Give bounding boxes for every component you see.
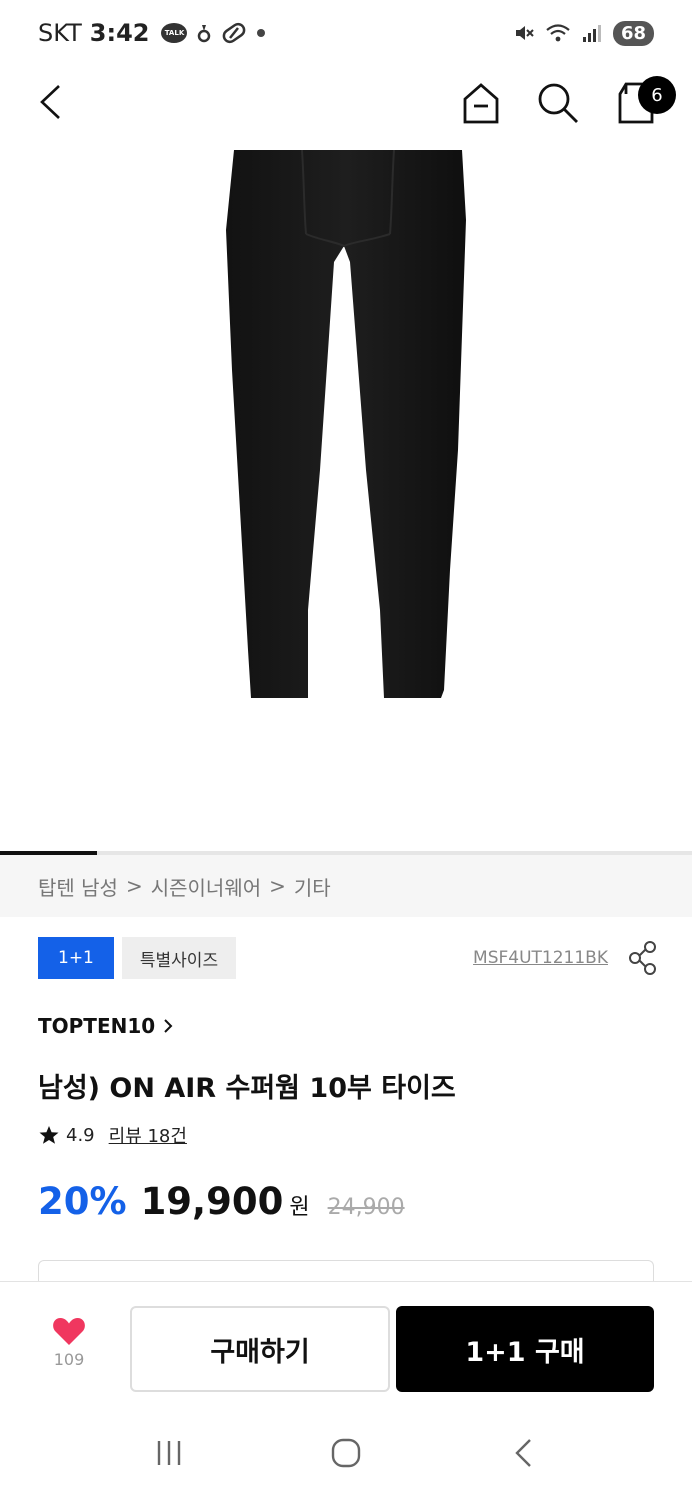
promo-tag: 1+1 (38, 937, 114, 979)
bundle-buy-button[interactable]: 1+1 구매 (396, 1306, 654, 1392)
special-size-tag: 특별사이즈 (121, 937, 237, 979)
chevron-right-icon (164, 1019, 173, 1033)
discount-rate: 20% (38, 1180, 127, 1223)
home-nav-button[interactable] (316, 1423, 376, 1483)
carrier-label: SKT (38, 19, 82, 47)
search-button[interactable] (534, 78, 582, 128)
recent-apps-button[interactable] (139, 1423, 199, 1483)
cart-count-badge: 6 (638, 76, 676, 114)
breadcrumb-separator: > (125, 874, 143, 898)
wifi-icon (546, 24, 570, 42)
review-count-link[interactable]: 리뷰 18건 (109, 1122, 187, 1148)
price-row: 20% 19,900 원 24,900 (38, 1180, 405, 1223)
chevron-left-icon (40, 85, 60, 119)
back-button[interactable] (28, 80, 72, 124)
home-icon (463, 83, 499, 124)
breadcrumb-separator: > (269, 874, 286, 898)
system-navigation-bar (0, 1406, 692, 1500)
kakaotalk-icon: TALK (161, 23, 188, 43)
product-image[interactable] (0, 149, 692, 850)
pill-icon (223, 22, 246, 44)
home-circle-icon (331, 1438, 361, 1468)
share-icon (629, 941, 656, 975)
wish-count: 109 (53, 1350, 85, 1369)
system-icons: 68 (513, 20, 654, 46)
product-tags-row: 1+1 특별사이즈 MSF4UT1211BK (38, 936, 658, 980)
leggings-image (226, 149, 466, 698)
recent-apps-icon (157, 1441, 180, 1465)
sale-price: 19,900 (140, 1180, 284, 1223)
battery-level: 68 (612, 20, 654, 46)
app-header: 6 (0, 66, 692, 150)
more-notifications-icon (257, 29, 266, 37)
breadcrumb-item-category[interactable]: 탑텐 남성 (38, 872, 118, 901)
original-price: 24,900 (327, 1195, 405, 1220)
rating-value: 4.9 (66, 1124, 95, 1146)
home-button[interactable] (458, 78, 504, 128)
cart-button[interactable]: 6 (612, 76, 676, 130)
breadcrumb-item-subcategory[interactable]: 시즌이너웨어 (151, 872, 261, 901)
status-bar: SKT 3:42 TALK 68 (0, 0, 692, 66)
back-nav-button[interactable] (493, 1423, 553, 1483)
rating-row: 4.9 리뷰 18건 (38, 1122, 187, 1148)
share-button[interactable] (628, 940, 658, 976)
back-nav-icon (515, 1439, 532, 1467)
currency-unit: 원 (289, 1195, 310, 1220)
product-title: 남성) ON AIR 수퍼웜 10부 타이즈 (38, 1073, 456, 1104)
clock: 3:42 (89, 19, 150, 47)
wishlist-button[interactable]: 109 (44, 1316, 94, 1376)
breadcrumb: 탑텐 남성 > 시즌이너웨어 > 기타 (0, 855, 692, 917)
search-icon (538, 83, 578, 123)
signal-icon (582, 25, 601, 42)
product-code[interactable]: MSF4UT1211BK (473, 948, 608, 968)
heart-icon (53, 1318, 85, 1345)
brand-link[interactable]: TOPTEN10 (38, 1014, 173, 1038)
notification-icon (198, 25, 211, 43)
bottom-action-bar: 109 구매하기 1+1 구매 (0, 1281, 692, 1406)
mute-icon (515, 26, 534, 40)
buy-button[interactable]: 구매하기 (130, 1306, 390, 1392)
breadcrumb-item-current[interactable]: 기타 (294, 872, 331, 901)
star-icon (39, 1126, 59, 1144)
brand-name: TOPTEN10 (38, 1014, 156, 1038)
notification-icons: TALK (161, 22, 266, 44)
